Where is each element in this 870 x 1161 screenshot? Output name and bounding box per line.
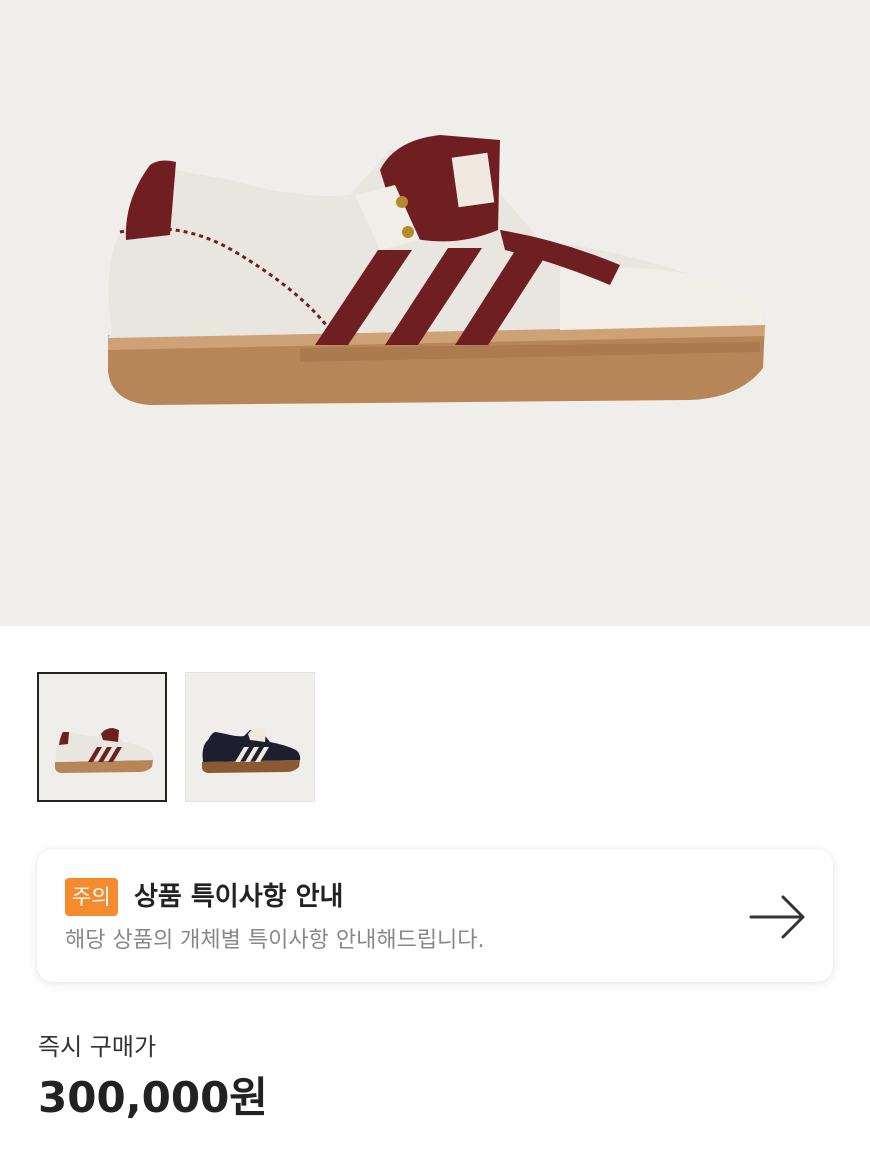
thumbnail-black-cream-image <box>202 728 301 773</box>
notice-card[interactable]: 주의 상품 특이사항 안내 해당 상품의 개체별 특이사항 안내해드립니다. <box>37 849 833 982</box>
price-label: 즉시 구매가 <box>38 1033 157 1061</box>
notice-title: 상품 특이사항 안내 <box>134 882 344 912</box>
thumbnail-cream-burgundy[interactable] <box>37 672 167 802</box>
product-main-image <box>108 135 766 405</box>
arrow-right-icon[interactable] <box>749 893 807 941</box>
product-image-area[interactable] <box>0 0 870 626</box>
caution-badge: 주의 <box>65 878 118 916</box>
thumbnail-black-cream[interactable] <box>185 672 315 802</box>
thumbnail-list <box>37 672 315 802</box>
price-value: 300,000원 <box>38 1073 268 1122</box>
notice-description: 해당 상품의 개체별 특이사항 안내해드립니다. <box>65 928 485 953</box>
thumbnail-cream-burgundy-image <box>55 728 154 773</box>
